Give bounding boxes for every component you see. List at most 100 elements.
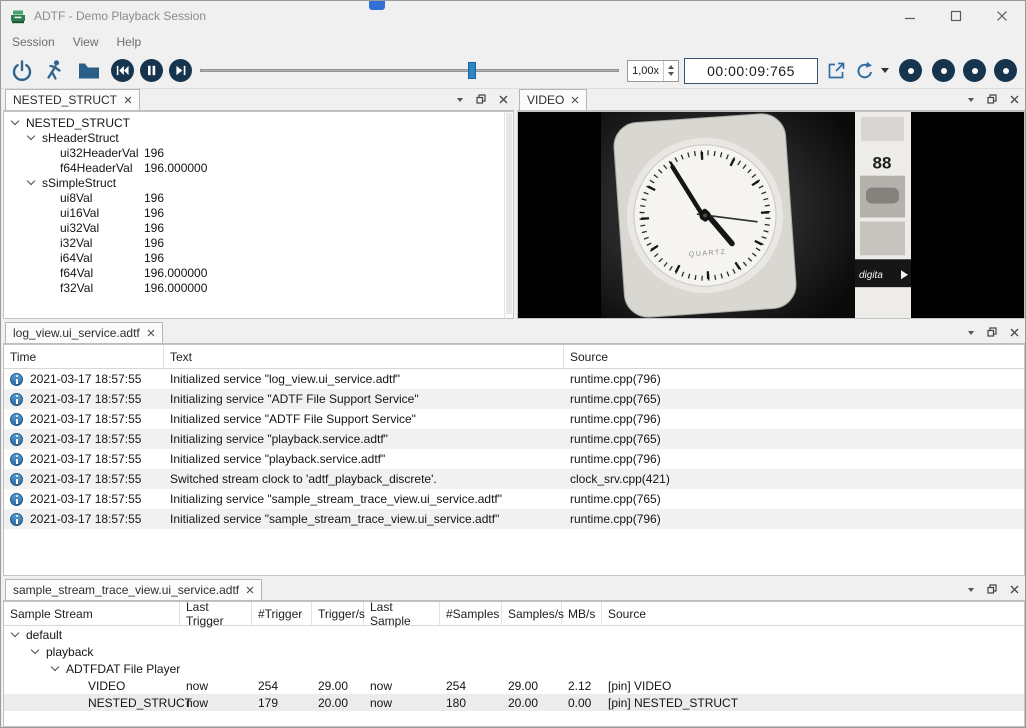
speed-spin-arrows[interactable] xyxy=(663,61,678,81)
marker-button-1[interactable] xyxy=(899,59,922,82)
chevron-down-icon[interactable] xyxy=(51,663,59,671)
panel-float-icon[interactable] xyxy=(987,583,997,597)
tab-log-view[interactable]: log_view.ui_service.adtf xyxy=(5,322,163,343)
stream-label: default xyxy=(26,628,62,642)
tree-row[interactable]: ui16Val 196 xyxy=(4,205,513,220)
seek-slider[interactable] xyxy=(200,59,619,82)
tree-row[interactable]: sSimpleStruct xyxy=(4,175,513,190)
column-header-sample-rate[interactable]: Samples/s xyxy=(502,602,562,625)
panel-menu-icon[interactable] xyxy=(968,588,974,592)
column-header-mbs[interactable]: MB/s xyxy=(562,602,602,625)
detach-window-button[interactable] xyxy=(826,60,847,81)
tab-video[interactable]: VIDEO xyxy=(519,89,587,110)
skip-to-start-button[interactable] xyxy=(111,59,134,82)
tree-row[interactable]: ui32HeaderVal 196 xyxy=(4,145,513,160)
marker-button-3[interactable] xyxy=(963,59,986,82)
tab-label: NESTED_STRUCT xyxy=(13,93,117,107)
log-row[interactable]: 2021-03-17 18:57:55 Initializing service… xyxy=(4,489,1024,509)
chevron-down-icon[interactable] xyxy=(11,629,19,637)
column-header-sample-stream[interactable]: Sample Stream xyxy=(4,602,180,625)
tab-close-icon[interactable] xyxy=(246,586,254,594)
minimize-button[interactable] xyxy=(887,1,933,31)
tree-row[interactable]: f64Val 196.000000 xyxy=(4,265,513,280)
log-row[interactable]: 2021-03-17 18:57:55 Initializing service… xyxy=(4,429,1024,449)
tree-item-label: ui8Val xyxy=(60,191,92,205)
tree-row[interactable]: NESTED_STRUCT xyxy=(4,115,513,130)
chevron-down-icon[interactable] xyxy=(27,132,35,140)
column-header-last-sample[interactable]: Last Sample xyxy=(364,602,440,625)
chevron-down-icon[interactable] xyxy=(31,646,39,654)
speed-spinbox[interactable]: 1,00x xyxy=(627,60,679,82)
log-row[interactable]: 2021-03-17 18:57:55 Switched stream cloc… xyxy=(4,469,1024,489)
log-row[interactable]: 2021-03-17 18:57:55 Initializing service… xyxy=(4,389,1024,409)
panel-float-icon[interactable] xyxy=(476,93,486,107)
log-row[interactable]: 2021-03-17 18:57:55 Initialized service … xyxy=(4,409,1024,429)
marker-button-2[interactable] xyxy=(932,59,955,82)
open-folder-button[interactable] xyxy=(77,61,101,81)
column-header-sample-count[interactable]: #Samples xyxy=(440,602,502,625)
trace-row[interactable]: default xyxy=(4,626,1024,643)
trace-row[interactable]: VIDEO now 254 29.00 now 254 29.00 2.12 [… xyxy=(4,677,1024,694)
marker-dot-icon xyxy=(1003,68,1009,74)
tree-row[interactable]: f64HeaderVal 196.000000 xyxy=(4,160,513,175)
tree-row[interactable]: ui32Val 196 xyxy=(4,220,513,235)
panel-close-icon[interactable] xyxy=(1010,93,1019,107)
panel-menu-icon[interactable] xyxy=(968,331,974,335)
column-header-time[interactable]: Time xyxy=(4,345,164,368)
maximize-button[interactable] xyxy=(933,1,979,31)
menu-view[interactable]: View xyxy=(64,32,108,52)
tree-row[interactable]: i32Val 196 xyxy=(4,235,513,250)
log-time: 2021-03-17 18:57:55 xyxy=(30,452,141,466)
tab-close-icon[interactable] xyxy=(571,96,579,104)
loop-playback-button[interactable] xyxy=(855,61,875,81)
loop-dropdown-icon[interactable] xyxy=(881,68,889,73)
tab-close-icon[interactable] xyxy=(147,329,155,337)
spin-down-icon[interactable] xyxy=(668,72,674,76)
pause-button[interactable] xyxy=(140,59,163,82)
tree-row[interactable]: i64Val 196 xyxy=(4,250,513,265)
column-header-trigger-rate[interactable]: Trigger/s xyxy=(312,602,364,625)
tree-item-value: 196 xyxy=(144,191,164,205)
panel-close-icon[interactable] xyxy=(499,93,508,107)
run-button[interactable] xyxy=(41,58,67,84)
panel-close-icon[interactable] xyxy=(1010,326,1019,340)
scrollbar-thumb[interactable] xyxy=(506,113,512,314)
tab-trace-view[interactable]: sample_stream_trace_view.ui_service.adtf xyxy=(5,579,262,600)
last-trigger-value: now xyxy=(186,694,208,711)
trace-row[interactable]: playback xyxy=(4,643,1024,660)
panel-float-icon[interactable] xyxy=(987,93,997,107)
tab-nested-struct[interactable]: NESTED_STRUCT xyxy=(5,89,140,110)
chevron-down-icon[interactable] xyxy=(27,177,35,185)
log-row[interactable]: 2021-03-17 18:57:55 Initialized service … xyxy=(4,369,1024,389)
panel-float-icon[interactable] xyxy=(987,326,997,340)
time-display[interactable]: 00:00:09:765 xyxy=(684,58,818,84)
panel-menu-icon[interactable] xyxy=(457,98,463,102)
skip-to-end-button[interactable] xyxy=(169,59,192,82)
tree-row[interactable]: ui8Val 196 xyxy=(4,190,513,205)
trace-row[interactable]: NESTED_STRUCT now 179 20.00 now 180 20.0… xyxy=(4,694,1024,711)
column-header-last-trigger[interactable]: Last Trigger xyxy=(180,602,252,625)
seek-slider-track[interactable] xyxy=(200,69,619,72)
tree-row[interactable]: f32Val 196.000000 xyxy=(4,280,513,295)
menu-session[interactable]: Session xyxy=(3,32,64,52)
column-header-source[interactable]: Source xyxy=(602,602,1024,625)
log-row[interactable]: 2021-03-17 18:57:55 Initialized service … xyxy=(4,509,1024,529)
vertical-scrollbar[interactable] xyxy=(504,112,513,318)
log-row[interactable]: 2021-03-17 18:57:55 Initialized service … xyxy=(4,449,1024,469)
trace-row[interactable]: ADTFDAT File Player xyxy=(4,660,1024,677)
power-button[interactable] xyxy=(9,58,35,84)
panel-close-icon[interactable] xyxy=(1010,583,1019,597)
close-button[interactable] xyxy=(979,1,1025,31)
tab-close-icon[interactable] xyxy=(124,96,132,104)
column-header-text[interactable]: Text xyxy=(164,345,564,368)
panel-menu-icon[interactable] xyxy=(968,98,974,102)
marker-button-4[interactable] xyxy=(994,59,1017,82)
spin-up-icon[interactable] xyxy=(668,65,674,69)
chevron-down-icon[interactable] xyxy=(11,117,19,125)
sample-count-value: 180 xyxy=(446,694,466,711)
column-header-source[interactable]: Source xyxy=(564,345,1024,368)
tree-row[interactable]: sHeaderStruct xyxy=(4,130,513,145)
seek-slider-handle[interactable] xyxy=(468,62,476,79)
column-header-trigger-count[interactable]: #Trigger xyxy=(252,602,312,625)
menu-help[interactable]: Help xyxy=(108,32,151,52)
